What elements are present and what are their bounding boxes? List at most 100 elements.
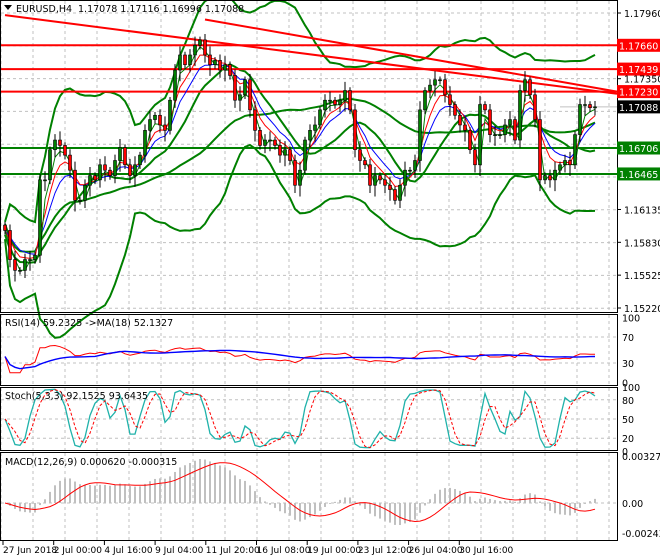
time-tick-label: 16 Jul 08:00 (257, 546, 311, 556)
candle (418, 109, 422, 161)
candle (453, 104, 457, 116)
candle (78, 200, 82, 202)
candle (93, 175, 97, 181)
candle (338, 99, 342, 105)
candle (573, 134, 577, 166)
candle (363, 160, 367, 166)
candle (263, 139, 267, 146)
candle (223, 64, 227, 71)
time-tick-label: 27 Jun 2018 (3, 546, 57, 556)
candle (353, 109, 357, 151)
candle (553, 169, 557, 181)
time-tick-label: 30 Jul 16:00 (459, 546, 513, 556)
candle (308, 130, 312, 141)
candle (28, 259, 32, 261)
time-tick-label: 26 Jul 04:00 (409, 546, 463, 556)
main-panel-frame (0, 0, 618, 313)
rsi-tick-label: 30 (622, 359, 634, 370)
candle (358, 149, 362, 161)
time-tick-label: 2 Jul 00:00 (54, 546, 103, 556)
candle (523, 79, 527, 91)
sub-indicators (4, 344, 596, 526)
candle (58, 139, 62, 146)
candle (313, 124, 317, 131)
candle (293, 160, 297, 186)
candle (203, 39, 207, 56)
candle (278, 145, 282, 156)
level-label: 1.17230 (619, 88, 658, 99)
rsi-title: RSI(14) 59.2325 ->MA(18) 52.1327 (5, 318, 173, 329)
candle (368, 164, 372, 186)
candle (123, 147, 127, 166)
candle (543, 175, 547, 181)
candle (318, 109, 322, 126)
candle (413, 160, 417, 171)
macd-tick-label: -0.002434 (622, 529, 660, 540)
time-tick-label: 11 Jul 20:00 (206, 546, 260, 556)
candle (343, 90, 347, 101)
candle (83, 184, 87, 201)
candle (448, 94, 452, 105)
stoch-tick-label: 100 (622, 383, 640, 394)
rsi-tick-label: 70 (622, 333, 634, 344)
candle (323, 99, 327, 111)
ma-red-line (4, 54, 596, 259)
candle (408, 169, 412, 172)
candle (473, 149, 477, 166)
candle (488, 109, 492, 135)
candle (458, 114, 462, 126)
candle (133, 164, 137, 176)
stoch-tick-label: 20 (622, 434, 634, 445)
collapse-triangle-icon[interactable] (4, 5, 12, 10)
time-tick-label: 4 Jul 16:00 (104, 546, 153, 556)
candle (348, 90, 352, 111)
candle (173, 69, 177, 101)
candle (18, 270, 22, 272)
candle (383, 179, 387, 186)
price-tick-label: 1.17350 (624, 75, 660, 86)
candle (503, 124, 507, 135)
trading-chart[interactable]: 1.176601.174391.172301.167061.164651.179… (0, 0, 660, 560)
candle (13, 259, 17, 271)
macd-tick-label: 0.003273 (622, 452, 660, 463)
candle (253, 109, 257, 131)
candle (558, 164, 562, 171)
candle (68, 154, 72, 171)
candle (518, 90, 522, 141)
candle (463, 124, 467, 131)
candle (268, 139, 272, 142)
candle (188, 54, 192, 65)
candle (53, 139, 57, 151)
stoch-tick-label: 50 (622, 415, 634, 426)
price-tick-label: 1.16135 (624, 205, 660, 216)
candle (548, 175, 552, 181)
candle (48, 149, 52, 181)
candle (178, 54, 182, 71)
candle (43, 179, 47, 182)
candle (493, 134, 497, 136)
candle (113, 160, 117, 176)
candle (433, 79, 437, 86)
candle (208, 54, 212, 65)
candle (88, 175, 92, 186)
candle (298, 169, 302, 186)
candle (373, 175, 377, 186)
candle (288, 149, 292, 161)
candle (38, 179, 42, 256)
candle (533, 94, 537, 120)
candle (403, 169, 407, 186)
candle (423, 90, 427, 111)
level-label: 1.17660 (619, 41, 658, 52)
rsi-tick-label: 100 (622, 314, 640, 325)
candle (258, 130, 262, 146)
candle (233, 75, 237, 101)
ohlc-readout: 1.17078 1.17116 1.16996 1.17088 (78, 4, 244, 15)
candle (248, 79, 252, 111)
candle (138, 154, 142, 166)
horizontal-levels[interactable] (1, 44, 617, 175)
candle (428, 84, 432, 91)
candle (238, 94, 242, 101)
candle (563, 160, 567, 166)
candle (158, 114, 162, 126)
candle (128, 164, 132, 176)
